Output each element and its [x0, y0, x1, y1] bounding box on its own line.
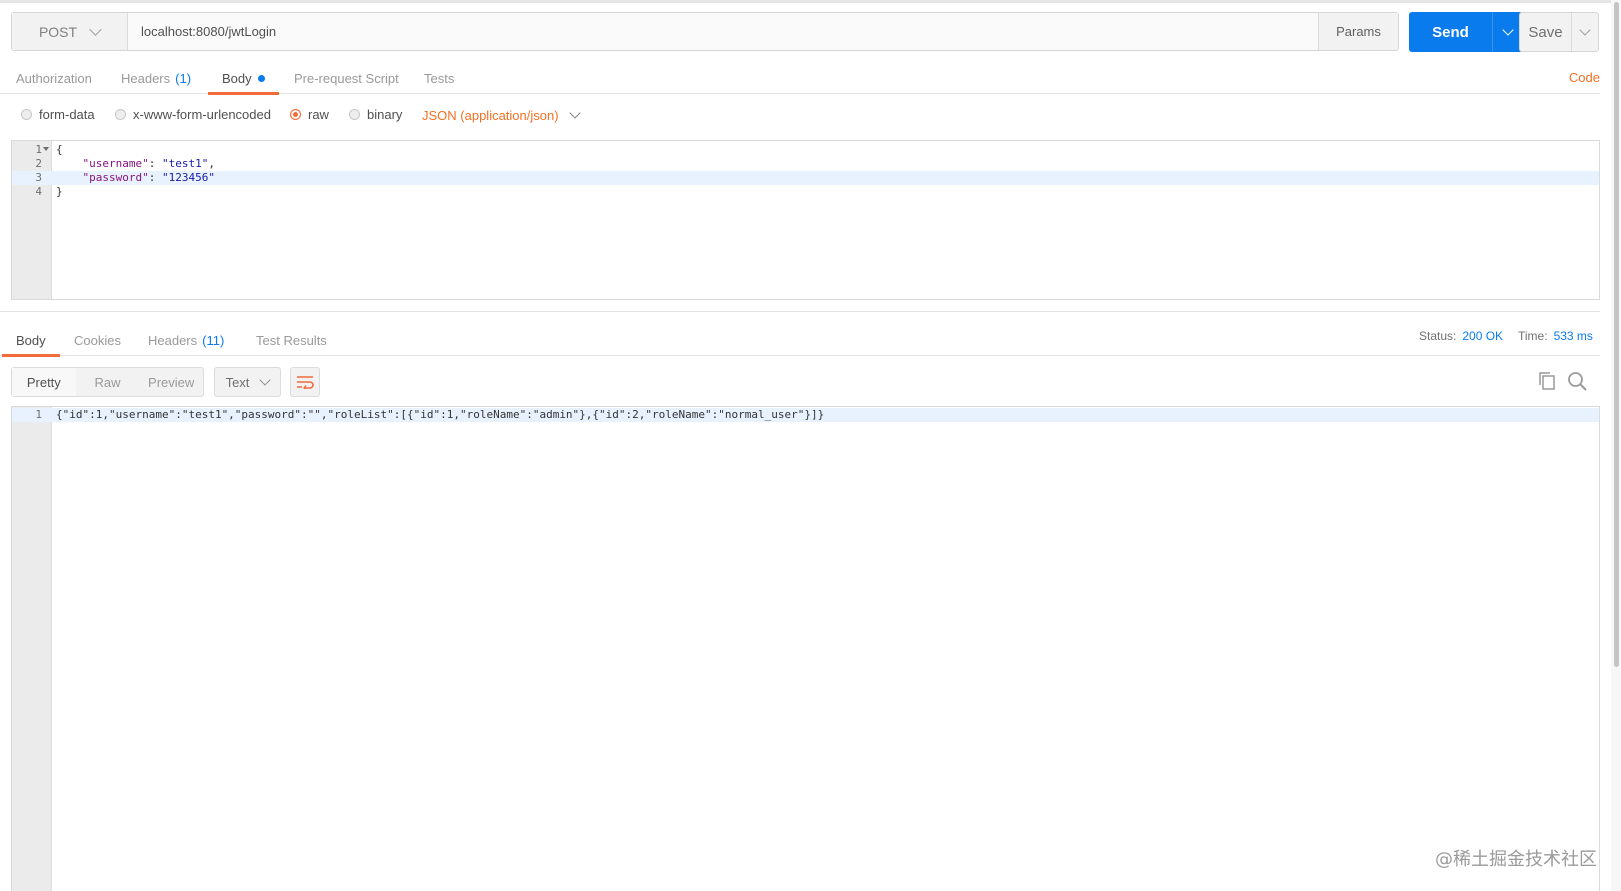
- response-tabs: Body Cookies Headers (11) Test Results: [0, 324, 1600, 357]
- modified-dot-icon: [257, 74, 265, 82]
- tab-headers[interactable]: Headers (1): [121, 62, 191, 94]
- view-raw-button[interactable]: Raw: [76, 368, 140, 396]
- code-line-active: 3 "password": "123456": [12, 171, 1599, 185]
- radio-form-data[interactable]: form-data: [21, 100, 95, 128]
- tab-authorization[interactable]: Authorization: [16, 62, 92, 94]
- option-label: raw: [308, 106, 329, 122]
- body-type-options: form-data x-www-form-urlencoded raw bina…: [0, 100, 1600, 130]
- wrap-lines-icon: [297, 376, 314, 389]
- radio-icon: [349, 108, 360, 120]
- status-label: Status:: [1419, 329, 1457, 343]
- tab-tests[interactable]: Tests: [424, 62, 454, 94]
- tab-pre-request-script[interactable]: Pre-request Script: [294, 62, 399, 94]
- tab-label: Body: [222, 70, 252, 86]
- radio-selected-icon: [290, 108, 301, 120]
- content-type-label: JSON (application/json): [422, 107, 559, 123]
- option-label: binary: [367, 106, 403, 122]
- code-text: "username": "test1",: [82, 157, 215, 170]
- code-link[interactable]: Code: [1569, 70, 1600, 85]
- code-line: 4 }: [12, 185, 1599, 199]
- json-value: "test1": [161, 157, 209, 170]
- send-button-label: Send: [1432, 23, 1469, 41]
- status-readout: Status: 200 OK: [1419, 326, 1503, 346]
- request-body-editor[interactable]: 1 { 2 "username": "test1", 3 "password":…: [11, 140, 1600, 300]
- line-number: 1: [35, 408, 42, 421]
- json-key: "username": [82, 157, 149, 170]
- tab-label: Body: [16, 332, 46, 348]
- line-number-gutter: [12, 407, 52, 891]
- tab-label: Headers: [121, 70, 171, 86]
- chevron-down-icon: [568, 106, 581, 119]
- tab-count: (11): [202, 332, 225, 348]
- view-pretty-button[interactable]: Pretty: [12, 368, 76, 396]
- line-number: 2: [35, 157, 42, 170]
- request-tabs: Authorization Headers (1) Body Pre-reque…: [0, 62, 1600, 95]
- scrollbar-thumb[interactable]: [1614, 2, 1619, 667]
- section-divider: [0, 311, 1600, 312]
- chevron-down-icon: [259, 373, 272, 386]
- params-button[interactable]: Params: [1318, 13, 1398, 50]
- request-url-bar: POST localhost:8080/jwtLogin Params: [11, 12, 1399, 51]
- chevron-down-icon: [1502, 23, 1514, 36]
- chevron-down-icon: [89, 22, 102, 36]
- response-view-group: Pretty Raw Preview: [11, 367, 204, 397]
- status-value: 200 OK: [1462, 329, 1504, 343]
- save-button[interactable]: Save: [1519, 12, 1599, 52]
- view-preview-button[interactable]: Preview: [139, 368, 203, 396]
- tab-response-headers[interactable]: Headers (11): [148, 324, 224, 356]
- format-label: Text: [225, 374, 250, 390]
- time-value: 533 ms: [1553, 329, 1593, 343]
- tab-label: Tests: [424, 70, 455, 86]
- option-label: form-data: [39, 106, 95, 122]
- time-label: Time:: [1518, 329, 1548, 343]
- send-button[interactable]: Send: [1409, 12, 1523, 52]
- window-top-strip: [0, 0, 1621, 3]
- url-input[interactable]: localhost:8080/jwtLogin: [128, 13, 1318, 50]
- tab-count: (1): [175, 70, 192, 86]
- code-line-active: 1 {"id":1,"username":"test1","password":…: [12, 408, 1599, 422]
- line-number: 3: [35, 171, 42, 184]
- json-key: "password": [82, 171, 149, 184]
- tab-label: Authorization: [16, 70, 92, 86]
- code-text: }: [56, 185, 63, 198]
- radio-x-www-form-urlencoded[interactable]: x-www-form-urlencoded: [115, 100, 271, 128]
- code-line: 2 "username": "test1",: [12, 157, 1599, 171]
- save-button-label: Save: [1528, 23, 1563, 41]
- wrap-lines-button[interactable]: [290, 367, 320, 397]
- content-type-select[interactable]: JSON (application/json): [422, 100, 581, 130]
- time-readout: Time: 533 ms: [1518, 326, 1593, 346]
- radio-raw[interactable]: raw: [290, 100, 329, 128]
- line-number: 1: [35, 143, 42, 156]
- json-value: "123456": [161, 171, 215, 184]
- save-options-button[interactable]: [1571, 13, 1598, 51]
- tab-label: Pre-request Script: [294, 70, 399, 86]
- json-punct: ,: [208, 157, 215, 170]
- fold-arrow-icon[interactable]: [43, 147, 49, 151]
- chevron-down-icon: [1579, 23, 1591, 36]
- search-icon[interactable]: [1566, 370, 1588, 392]
- format-select[interactable]: Text: [214, 367, 281, 397]
- tab-label: Cookies: [74, 332, 121, 348]
- tab-test-results[interactable]: Test Results: [256, 324, 327, 356]
- line-number: 4: [35, 185, 42, 198]
- tab-response-body[interactable]: Body: [2, 324, 60, 357]
- method-select[interactable]: POST: [12, 13, 128, 50]
- response-body-viewer[interactable]: 1 {"id":1,"username":"test1","password":…: [11, 406, 1600, 891]
- tab-cookies[interactable]: Cookies: [74, 324, 121, 356]
- code-text: "password": "123456": [82, 171, 215, 184]
- tab-label: Test Results: [256, 332, 327, 348]
- code-text: {"id":1,"username":"test1","password":""…: [56, 408, 825, 421]
- radio-icon: [115, 108, 126, 120]
- radio-binary[interactable]: binary: [349, 100, 402, 128]
- tab-label: Headers: [148, 332, 198, 348]
- page-scrollbar[interactable]: [1611, 0, 1621, 891]
- tab-body[interactable]: Body: [208, 62, 279, 95]
- code-text: {: [56, 143, 63, 156]
- copy-icon[interactable]: [1536, 370, 1558, 392]
- method-label: POST: [38, 23, 78, 40]
- radio-icon: [21, 108, 32, 120]
- option-label: x-www-form-urlencoded: [133, 106, 271, 122]
- code-line: 1 {: [12, 143, 1599, 157]
- watermark: @稀土掘金技术社区: [1435, 849, 1597, 870]
